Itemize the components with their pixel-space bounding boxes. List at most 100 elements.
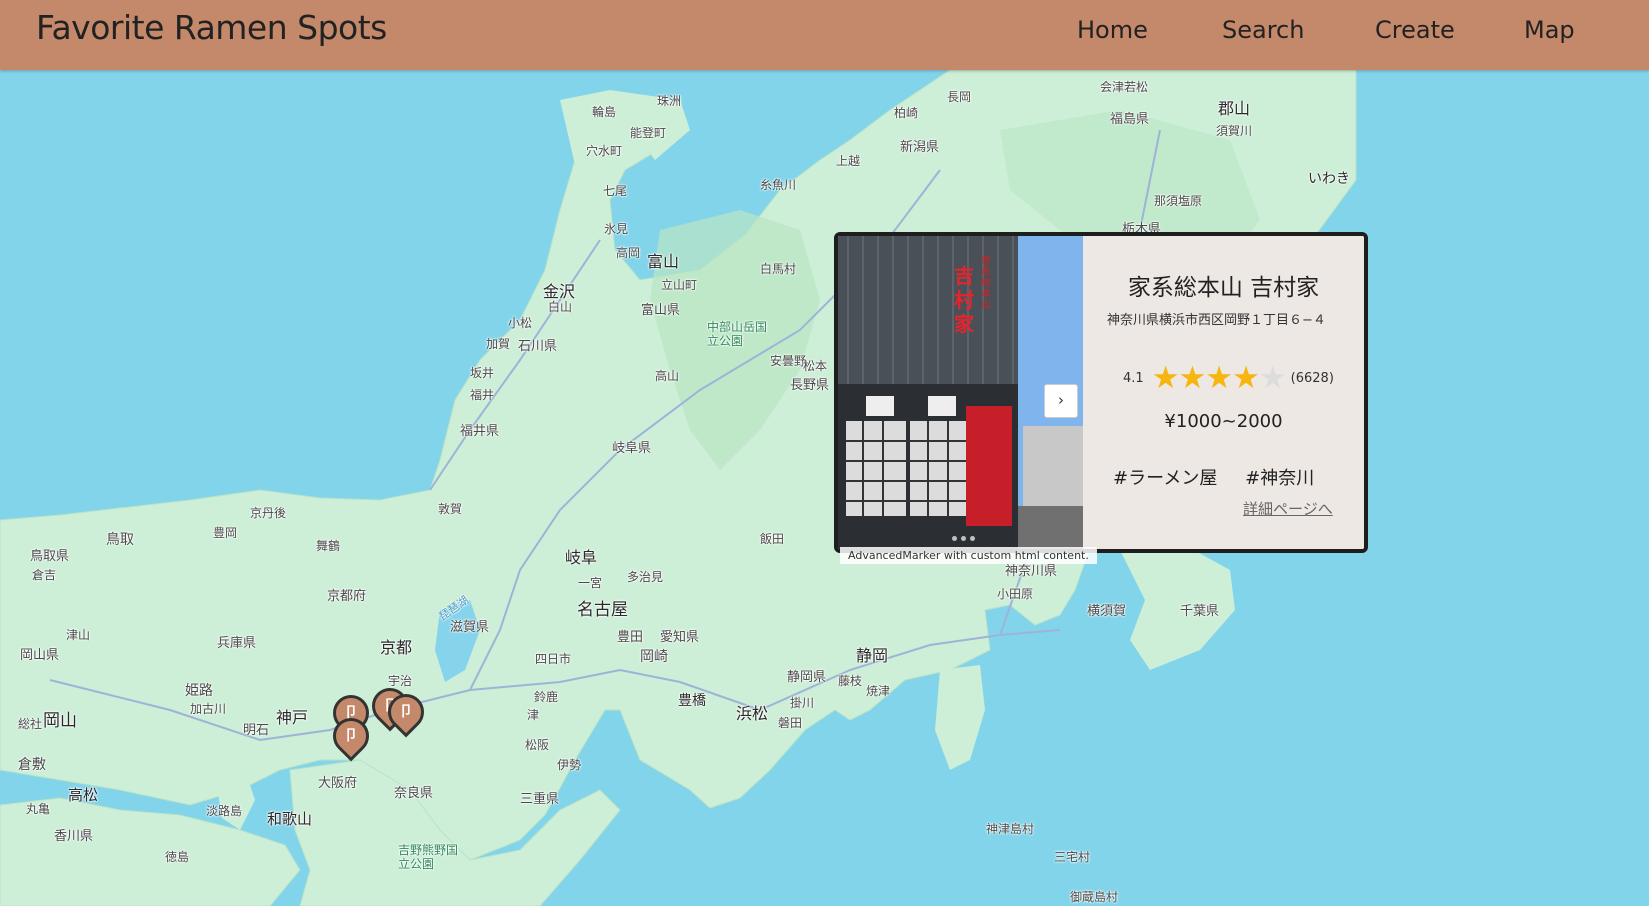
map-canvas[interactable]: 輪島 珠洲 能登町 穴水町 七尾 氷見 高岡 富山 立山町 金沢 白山 小松 加… bbox=[0, 70, 1649, 906]
label-nara-pref: 奈良県 bbox=[394, 786, 434, 801]
label-yokosuka: 横須賀 bbox=[1087, 604, 1127, 619]
sign-title: 吉村家 bbox=[954, 264, 974, 336]
label-toyama-pref: 富山県 bbox=[641, 303, 681, 318]
label-hakuba: 白馬村 bbox=[760, 262, 797, 276]
label-iida: 飯田 bbox=[760, 532, 785, 546]
tag[interactable]: #ラーメン屋 bbox=[1113, 468, 1217, 489]
label-yokkaichi: 四日市 bbox=[535, 652, 572, 666]
label-komatsu: 小松 bbox=[508, 316, 533, 330]
star-icon: ★ bbox=[1232, 360, 1260, 396]
label-kobe: 神戸 bbox=[276, 708, 309, 727]
label-himi: 氷見 bbox=[604, 222, 629, 236]
nav-map[interactable]: Map bbox=[1524, 16, 1575, 44]
label-okazaki: 岡崎 bbox=[640, 649, 668, 665]
label-noto: 能登町 bbox=[630, 126, 667, 140]
label-kyotango: 京丹後 bbox=[250, 506, 287, 520]
label-nagano-pref: 長野県 bbox=[790, 378, 830, 393]
sign-subtitle: 家系総本山 bbox=[981, 256, 991, 311]
label-iwata: 磐田 bbox=[778, 716, 803, 730]
label-sakai: 坂井 bbox=[470, 366, 495, 380]
label-takaoka: 高岡 bbox=[616, 246, 641, 260]
label-yaizu: 焼津 bbox=[866, 684, 891, 698]
nav-create[interactable]: Create bbox=[1375, 16, 1455, 44]
label-suzuka: 鈴鹿 bbox=[534, 690, 559, 704]
label-kakogawa: 加古川 bbox=[190, 702, 227, 716]
label-azumino: 安曇野 bbox=[770, 354, 807, 368]
shop-photo[interactable]: 家系総本山 吉村家 › bbox=[838, 236, 1083, 549]
label-miyake: 三宅村 bbox=[1054, 850, 1091, 864]
label-maizuru: 舞鶴 bbox=[316, 539, 341, 553]
star-empty-icon: ★ bbox=[1258, 360, 1287, 396]
label-nagaoka: 長岡 bbox=[947, 90, 972, 104]
label-gifu: 岐阜 bbox=[565, 548, 598, 567]
label-takamatsu: 高松 bbox=[68, 786, 99, 804]
navbar: Favorite Ramen Spots Home Search Create … bbox=[0, 0, 1649, 70]
label-chubu-sangaku-park: 中部山岳国立公園 bbox=[707, 320, 768, 348]
label-tateyama: 立山町 bbox=[661, 278, 698, 292]
label-tsuyama: 津山 bbox=[66, 628, 91, 642]
label-kyoto: 京都 bbox=[380, 638, 413, 657]
star-icon: ★ bbox=[1205, 360, 1234, 396]
label-hamamatsu: 浜松 bbox=[736, 704, 769, 723]
label-toyooka: 豊岡 bbox=[213, 526, 238, 540]
label-ishikawa: 石川県 bbox=[518, 339, 558, 354]
label-wakayama: 和歌山 bbox=[267, 810, 313, 828]
price-range: ¥1000~2000 bbox=[1164, 411, 1283, 432]
label-toyama: 富山 bbox=[647, 252, 680, 271]
label-fukushima-pref: 福島県 bbox=[1110, 112, 1150, 127]
label-akashi: 明石 bbox=[243, 723, 270, 738]
rating-row: 4.1 ★ ★ ★ ★ ★ (6628) bbox=[1123, 360, 1334, 396]
label-tajimi: 多治見 bbox=[627, 570, 664, 584]
label-niigata-pref: 新潟県 bbox=[900, 140, 940, 155]
label-nagoya: 名古屋 bbox=[577, 600, 628, 620]
shop-info-popup[interactable]: 家系総本山 吉村家 › 家系総本山 吉村家 神奈川県横浜市西区岡野１丁目６−４ … bbox=[834, 232, 1368, 553]
photo-next-button[interactable]: › bbox=[1044, 384, 1078, 418]
label-iwaki: いわき bbox=[1308, 171, 1350, 187]
label-tsuruga: 敦賀 bbox=[438, 502, 463, 516]
label-kagawa-pref: 香川県 bbox=[54, 829, 94, 844]
label-awajishima: 淡路島 bbox=[206, 804, 243, 818]
label-takayama: 高山 bbox=[655, 369, 680, 383]
label-mikurajima: 御蔵島村 bbox=[1070, 890, 1119, 904]
tag-list: #ラーメン屋 #神奈川 bbox=[1113, 464, 1336, 490]
label-mie-pref: 三重県 bbox=[520, 792, 560, 807]
label-odawara: 小田原 bbox=[997, 587, 1034, 601]
label-joetsu: 上越 bbox=[836, 154, 861, 168]
nav-search[interactable]: Search bbox=[1222, 16, 1304, 44]
label-marugame: 丸亀 bbox=[26, 802, 51, 816]
label-hyogo-pref: 兵庫県 bbox=[217, 636, 257, 651]
label-yoshino-kumano-park: 吉野熊野国立公園 bbox=[398, 843, 459, 871]
label-shiga-pref: 滋賀県 bbox=[450, 620, 490, 635]
app-title[interactable]: Favorite Ramen Spots bbox=[36, 8, 387, 47]
label-nasushiobara: 那須塩原 bbox=[1154, 194, 1203, 208]
shop-title: 家系総本山 吉村家 bbox=[1127, 275, 1320, 301]
land-izu bbox=[935, 665, 985, 770]
tag[interactable]: #神奈川 bbox=[1245, 468, 1314, 489]
marker-caption: AdvancedMarker with custom html content. bbox=[840, 547, 1097, 564]
label-kashiwazaki: 柏崎 bbox=[894, 106, 919, 120]
label-kyoto-pref: 京都府 bbox=[327, 589, 367, 604]
label-kurashiki: 倉敷 bbox=[18, 757, 46, 773]
detail-page-link[interactable]: 詳細ページへ bbox=[1243, 498, 1333, 519]
label-toyohashi: 豊橋 bbox=[678, 693, 706, 709]
label-fujieda: 藤枝 bbox=[838, 674, 863, 688]
label-shizuoka: 静岡 bbox=[856, 646, 889, 665]
label-anamizu: 穴水町 bbox=[586, 144, 623, 158]
label-okayama: 岡山 bbox=[43, 711, 77, 731]
nav-home[interactable]: Home bbox=[1077, 16, 1148, 44]
label-wajima: 輪島 bbox=[592, 105, 617, 119]
label-chiba-pref: 千葉県 bbox=[1180, 604, 1220, 619]
label-gifu-pref: 岐阜県 bbox=[612, 441, 652, 456]
label-kaga: 加賀 bbox=[486, 337, 511, 351]
star-icon: ★ bbox=[1151, 360, 1180, 396]
label-koriyama: 郡山 bbox=[1218, 99, 1251, 118]
review-count: (6628) bbox=[1290, 370, 1334, 386]
shop-address: 神奈川県横浜市西区岡野１丁目６−４ bbox=[1107, 313, 1326, 328]
label-matsumoto: 松本 bbox=[803, 359, 828, 373]
label-fukui: 福井 bbox=[470, 388, 495, 402]
shop-info-panel: 家系総本山 吉村家 神奈川県横浜市西区岡野１丁目６−４ 4.1 ★ ★ ★ ★ … bbox=[1083, 236, 1364, 549]
label-fukui-pref: 福井県 bbox=[460, 424, 500, 439]
label-itoigawa: 糸魚川 bbox=[760, 178, 797, 192]
label-aichi-pref: 愛知県 bbox=[660, 630, 700, 645]
label-shizuoka-pref: 静岡県 bbox=[787, 670, 827, 685]
